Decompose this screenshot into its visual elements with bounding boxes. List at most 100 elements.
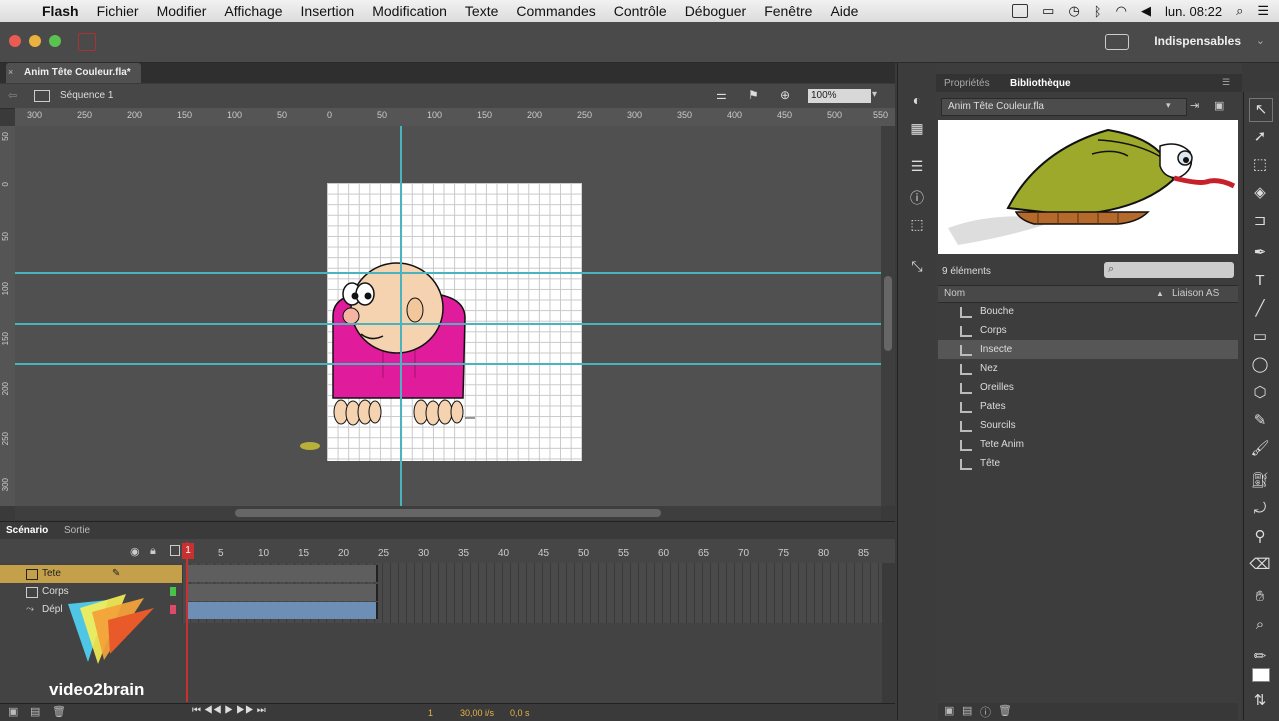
new-folder-icon[interactable]: ▤ (30, 705, 40, 718)
layer-name[interactable]: Tete (42, 565, 61, 583)
hand-tool-icon[interactable]: ✋︎ (1249, 586, 1271, 608)
motion-presets-icon[interactable]: ⤡ (908, 258, 926, 274)
align-icon[interactable]: ☰ (908, 158, 926, 174)
panel-menu-icon[interactable]: ☰ (1222, 77, 1230, 88)
tab-sortie[interactable]: Sortie (64, 525, 90, 536)
free-transform-tool-icon[interactable]: ⬚ (1249, 154, 1271, 176)
new-layer-icon[interactable]: ▣ (8, 705, 18, 718)
oval-tool-icon[interactable]: ◯ (1249, 354, 1271, 376)
guide-line[interactable] (400, 126, 402, 506)
eraser-tool-icon[interactable]: ⌫ (1249, 554, 1271, 576)
chevron-down-icon[interactable]: ⌄ (1256, 34, 1265, 47)
guide-line[interactable] (15, 363, 881, 365)
chevron-down-icon[interactable]: ▾ (1166, 100, 1171, 111)
playhead-frame-label[interactable]: 1 (182, 543, 194, 559)
paint-bucket-tool-icon[interactable]: ⛽︎ (1249, 470, 1271, 492)
bluetooth-icon[interactable]: ᛒ (1094, 4, 1102, 19)
properties-icon[interactable]: ⓘ (980, 704, 991, 720)
center-stage-icon[interactable]: ⚌ (716, 88, 727, 102)
pencil-icon[interactable]: ✎ (112, 565, 120, 583)
delete-icon[interactable]: 🗑︎ (998, 704, 1012, 717)
time-machine-icon[interactable]: ◷ (1068, 3, 1079, 19)
list-item[interactable]: Oreilles (938, 378, 1238, 397)
swatches-icon[interactable]: ▦ (908, 120, 926, 136)
scroll-thumb[interactable] (235, 509, 661, 517)
stroke-color-icon[interactable]: ✏ (1249, 646, 1271, 668)
zoom-tool-icon[interactable]: ⌕ (1249, 614, 1271, 636)
menu-controle[interactable]: Contrôle (605, 3, 676, 19)
bone-tool-icon[interactable]: ⤾ (1249, 498, 1271, 520)
selection-tool-icon[interactable]: ↖ (1249, 98, 1273, 122)
tab-proprietes[interactable]: Propriétés (944, 78, 990, 89)
new-symbol-icon[interactable]: ▣ (944, 704, 954, 717)
library-search-input[interactable]: ⌕ (1104, 262, 1234, 278)
outline-icon[interactable] (170, 545, 180, 556)
new-folder-icon[interactable]: ▤ (962, 704, 972, 717)
menu-modification[interactable]: Modification (363, 3, 456, 19)
brush-tool-icon[interactable]: 🖌︎ (1249, 438, 1271, 460)
notification-center-icon[interactable]: ☰ (1257, 3, 1269, 19)
elapsed-time[interactable]: 0,0 s (510, 708, 530, 718)
pasteboard[interactable] (15, 126, 881, 506)
menu-affichage[interactable]: Affichage (215, 3, 291, 19)
clock[interactable]: lun. 08:22 (1165, 4, 1222, 19)
sort-asc-icon[interactable]: ▲ (1156, 286, 1164, 302)
menu-deboguer[interactable]: Déboguer (676, 3, 756, 19)
guide-line[interactable] (15, 272, 881, 274)
list-item[interactable]: Tete Anim (938, 435, 1238, 454)
list-item[interactable]: Corps (938, 321, 1238, 340)
workspace-switcher[interactable]: Indispensables (1146, 30, 1249, 52)
close-window-button[interactable] (9, 35, 21, 47)
swap-colors-icon[interactable]: ⇅ (1249, 690, 1271, 712)
menu-modifier[interactable]: Modifier (148, 3, 216, 19)
info-icon[interactable]: ⓘ (908, 188, 926, 206)
menu-aide[interactable]: Aide (821, 3, 867, 19)
fill-color-swatch[interactable] (1252, 668, 1270, 682)
frame-span-tete[interactable] (186, 565, 378, 582)
insect-symbol-instance[interactable] (298, 438, 324, 452)
close-tab-icon[interactable]: × (8, 67, 13, 77)
zoom-window-button[interactable] (49, 35, 61, 47)
list-item[interactable]: Bouche (938, 302, 1238, 321)
lasso-tool-icon[interactable]: ⊐ (1249, 210, 1271, 232)
sync-settings-icon[interactable] (1105, 34, 1129, 50)
list-item[interactable]: Tête (938, 454, 1238, 473)
layer-row-tete[interactable]: Tete ✎ (0, 565, 182, 583)
lock-icon[interactable]: 🔒︎ (150, 545, 156, 558)
list-item[interactable]: Sourcils (938, 416, 1238, 435)
menu-commandes[interactable]: Commandes (507, 3, 604, 19)
rectangle-tool-icon[interactable]: ▭ (1249, 326, 1271, 348)
minimize-window-button[interactable] (29, 35, 41, 47)
polystar-tool-icon[interactable]: ⬡ (1249, 382, 1271, 404)
playback-controls[interactable]: ⏮ ◀◀ ▶ ▶▶ ⏭ (192, 705, 266, 716)
transform-icon[interactable]: ⬚ (908, 216, 926, 232)
battery-icon[interactable] (1012, 4, 1029, 18)
current-frame[interactable]: 1 (428, 708, 433, 718)
new-library-panel-icon[interactable]: ▣ (1214, 99, 1224, 112)
zoom-dropdown-icon[interactable]: ▾ (872, 89, 877, 100)
column-linkage[interactable]: Liaison AS (1172, 286, 1219, 302)
scene-label[interactable]: Séquence 1 (60, 90, 113, 101)
edit-scene-icon[interactable]: ⚑ (748, 88, 759, 102)
document-tab[interactable]: Anim Tête Couleur.fla* (6, 63, 141, 83)
column-name[interactable]: Nom (944, 286, 965, 302)
menu-fenetre[interactable]: Fenêtre (755, 3, 821, 19)
pin-icon[interactable]: ⇥ (1190, 99, 1199, 112)
subselection-tool-icon[interactable]: ➚ (1249, 126, 1271, 148)
guide-line[interactable] (15, 323, 881, 325)
stage-vertical-scrollbar[interactable] (881, 126, 895, 506)
frame-span-motion[interactable] (186, 602, 378, 619)
spotlight-icon[interactable]: ⌕ (1236, 3, 1243, 19)
delete-layer-icon[interactable]: 🗑︎ (52, 705, 66, 718)
pen-tool-icon[interactable]: ✒ (1249, 242, 1271, 264)
back-arrow-icon[interactable]: ⇦ (8, 89, 17, 102)
menu-insertion[interactable]: Insertion (292, 3, 364, 19)
menu-fichier[interactable]: Fichier (88, 3, 148, 19)
frame-rate[interactable]: 30,00 i/s (460, 708, 494, 718)
list-item[interactable]: Pates (938, 397, 1238, 416)
tab-bibliotheque[interactable]: Bibliothèque (1010, 78, 1071, 89)
eyedropper-tool-icon[interactable]: ⚲ (1249, 526, 1271, 548)
frame-span-corps[interactable] (186, 584, 378, 601)
wifi-icon[interactable]: ◠ (1116, 3, 1127, 19)
zoom-select[interactable]: 100% (808, 89, 871, 103)
